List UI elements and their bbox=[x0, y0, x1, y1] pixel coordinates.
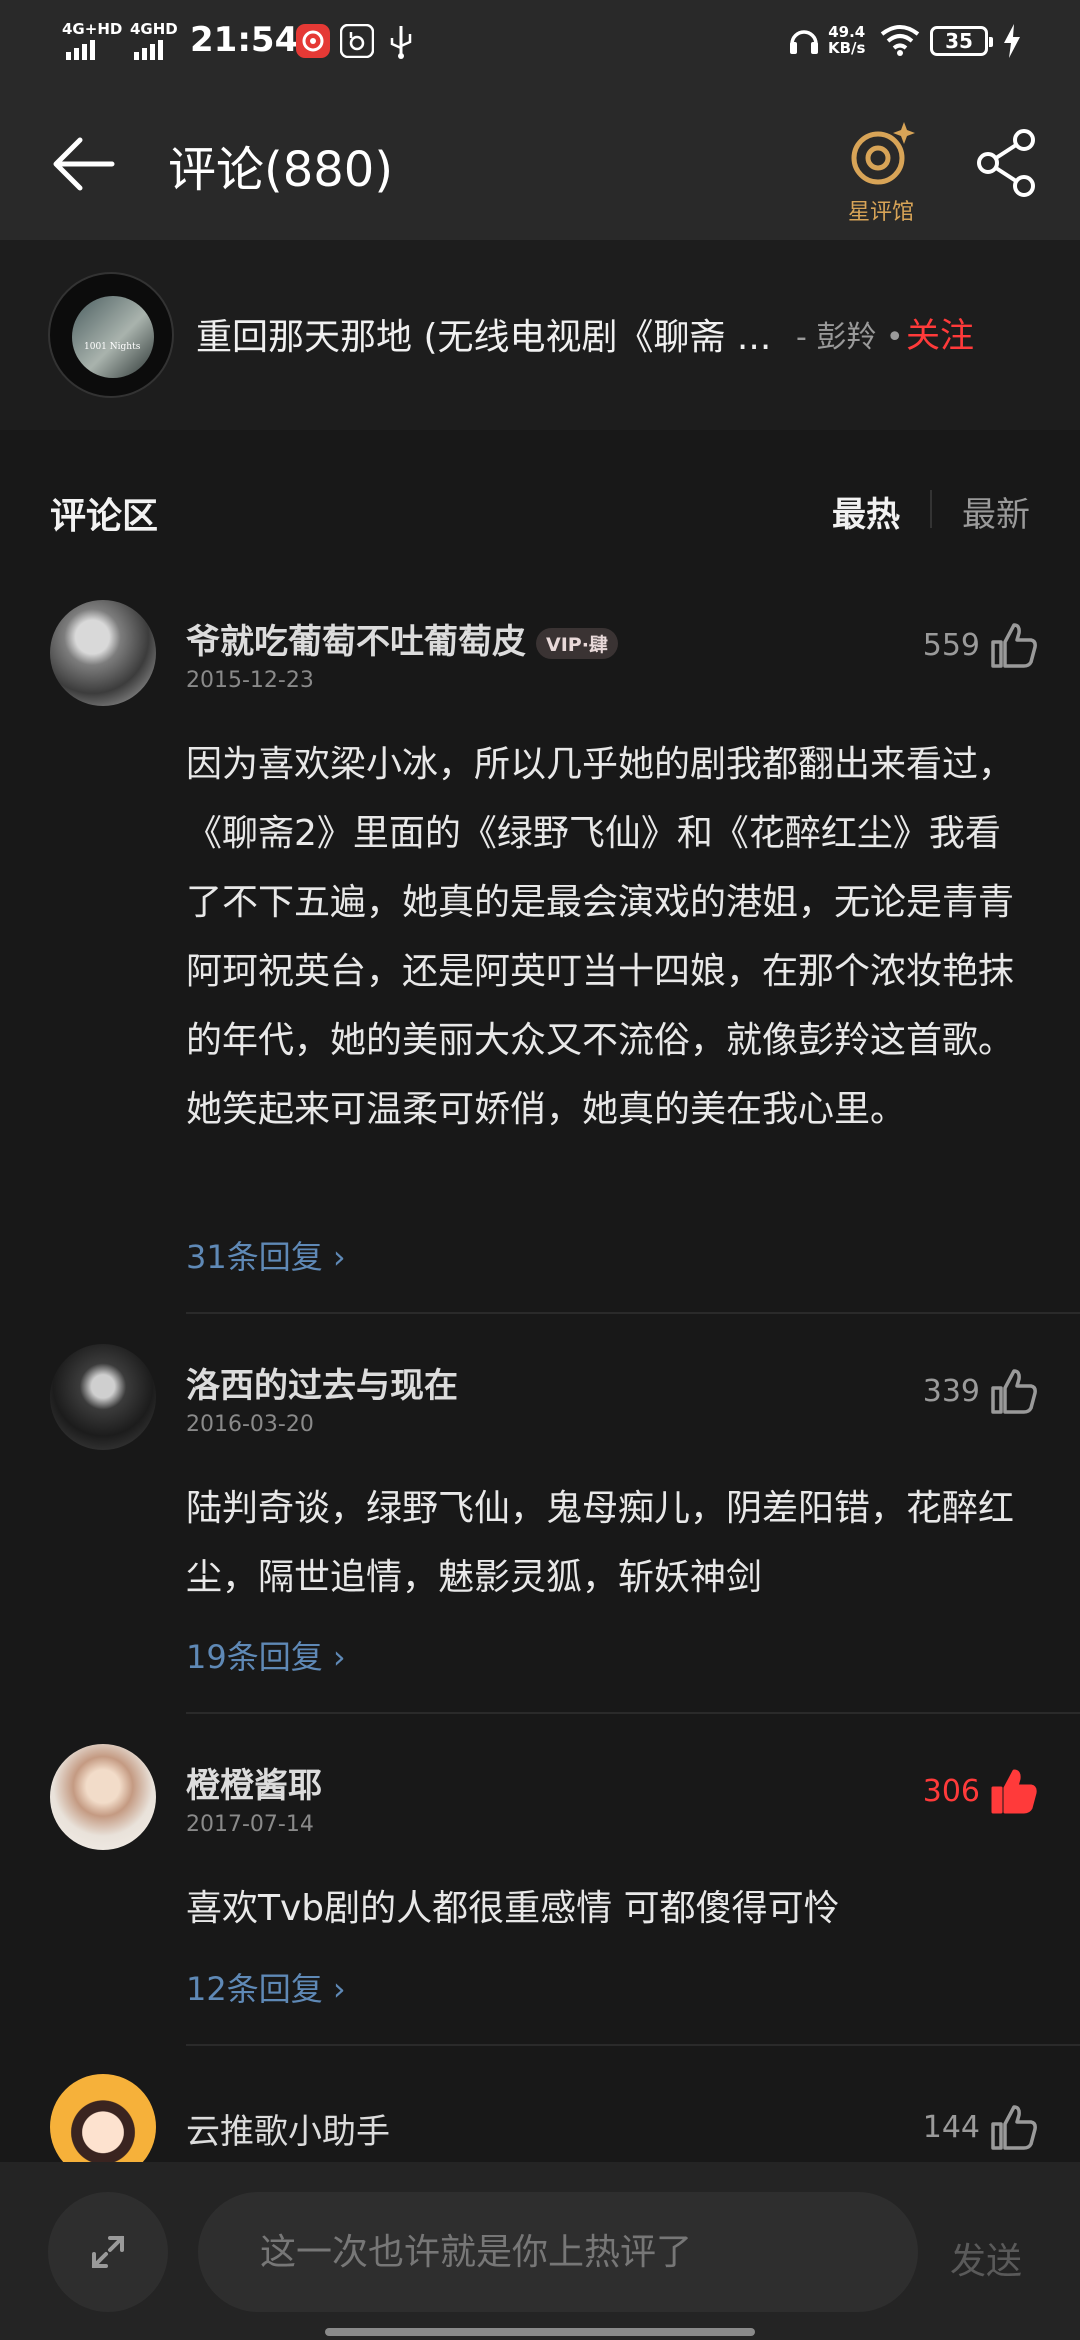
status-bar: 4G+HD 4GHD 21:54 49.4 KB/s 35 bbox=[0, 0, 1080, 84]
comment-composer-bar: 发送 bbox=[0, 2162, 1080, 2340]
sim1-label: 4G+HD bbox=[62, 20, 123, 38]
sort-new-tab[interactable]: 最新 bbox=[962, 487, 1030, 536]
comments-section-title: 评论区 bbox=[50, 496, 159, 537]
divider bbox=[186, 1712, 1080, 1714]
netease-music-icon bbox=[296, 24, 330, 58]
like-count: 339 bbox=[922, 1373, 980, 1409]
username-text: 爷就吃葡萄不吐葡萄皮 bbox=[186, 622, 526, 662]
like-button[interactable]: 339 bbox=[923, 1368, 1038, 1414]
page-title: 评论(880) bbox=[168, 142, 394, 198]
expand-editor-button[interactable] bbox=[48, 2192, 168, 2312]
like-count: 306 bbox=[922, 1773, 980, 1809]
replies-link[interactable]: 12条回复 › bbox=[186, 1964, 346, 2010]
thumbs-up-icon bbox=[991, 1369, 1037, 1414]
signal-icon-2 bbox=[134, 40, 163, 60]
dot-separator: • bbox=[876, 320, 904, 355]
comment-date: 2015-12-23 bbox=[186, 668, 314, 693]
star-review-label: 星评馆 bbox=[847, 200, 914, 225]
wifi-icon bbox=[880, 25, 920, 56]
thumbs-up-icon bbox=[991, 623, 1037, 668]
star-review-button[interactable]: 星评馆 bbox=[836, 120, 926, 226]
home-indicator[interactable] bbox=[325, 2328, 755, 2336]
comment-text: 陆判奇谈，绿野飞仙，鬼母痴儿，阴差阳错，花醉红尘，隔世追情，魅影灵狐，斩妖神剑 bbox=[186, 1488, 1015, 1598]
sort-divider bbox=[930, 490, 932, 528]
album-disc[interactable]: 1001 Nights bbox=[48, 272, 174, 398]
thumbs-up-filled-icon bbox=[991, 1769, 1037, 1814]
sim2-label: 4GHD bbox=[130, 20, 178, 38]
replies-count: 19条回复 bbox=[186, 1638, 323, 1676]
net-speed: 49.4 KB/s bbox=[828, 24, 865, 56]
replies-link[interactable]: 19条回复 › bbox=[186, 1632, 346, 1678]
album-cover: 1001 Nights bbox=[72, 296, 154, 378]
back-arrow-icon[interactable] bbox=[50, 134, 116, 194]
chevron-right-icon: › bbox=[332, 1638, 346, 1676]
thumbs-up-icon bbox=[991, 2105, 1037, 2150]
like-count: 144 bbox=[922, 2109, 980, 2145]
follow-button[interactable]: 关注 bbox=[906, 308, 974, 357]
comment-date: 2017-07-14 bbox=[186, 1812, 314, 1837]
like-button[interactable]: 144 bbox=[923, 2104, 1038, 2150]
vip-badge: VIP·肆 bbox=[536, 628, 618, 659]
avatar[interactable] bbox=[50, 1744, 156, 1850]
comment-username[interactable]: 云推歌小助手 bbox=[186, 2104, 390, 2153]
avatar[interactable] bbox=[50, 600, 156, 706]
expand-icon bbox=[92, 2236, 124, 2268]
comment-username[interactable]: 橙橙酱耶 bbox=[186, 1758, 322, 1807]
top-app-bar: 评论(880) 星评馆 bbox=[0, 84, 1080, 240]
share-icon[interactable] bbox=[976, 128, 1040, 198]
battery-icon: 35 bbox=[930, 26, 993, 56]
replies-link[interactable]: 31条回复 › bbox=[186, 1232, 346, 1278]
star-review-icon bbox=[851, 122, 915, 185]
net-speed-value: 49.4 bbox=[828, 23, 866, 41]
replies-count: 12条回复 bbox=[186, 1970, 323, 2008]
comment-username[interactable]: 爷就吃葡萄不吐葡萄皮 VIP·肆 bbox=[186, 614, 618, 663]
comment-text: 喜欢Tvb剧的人都很重感情 可都傻得可怜 bbox=[186, 1888, 840, 1929]
song-title[interactable]: 重回那天那地 (无线电视剧《聊斋 ... bbox=[196, 308, 771, 360]
charging-icon bbox=[1004, 24, 1020, 58]
song-info-row[interactable]: 1001 Nights 重回那天那地 (无线电视剧《聊斋 ... - 彭羚 • … bbox=[0, 240, 1080, 430]
sort-hot-tab[interactable]: 最热 bbox=[832, 487, 900, 536]
send-button[interactable]: 发送 bbox=[950, 2232, 1022, 2284]
signal-icon bbox=[66, 40, 95, 60]
artist-name: 彭羚 bbox=[816, 320, 877, 355]
settings-app-icon bbox=[340, 24, 374, 58]
avatar[interactable] bbox=[50, 1344, 156, 1450]
comment-text: 因为喜欢梁小冰，所以几乎她的剧我都翻出来看过，《聊斋2》里面的《绿野飞仙》和《花… bbox=[186, 744, 1015, 1130]
like-button[interactable]: 559 bbox=[923, 622, 1038, 668]
comment-input[interactable] bbox=[198, 2192, 918, 2312]
like-button[interactable]: 306 bbox=[923, 1768, 1038, 1814]
comment-date: 2016-03-20 bbox=[186, 1412, 314, 1437]
clock: 21:54 bbox=[190, 20, 299, 60]
song-artist[interactable]: - 彭羚 • bbox=[796, 312, 904, 356]
album-cover-text: 1001 Nights bbox=[84, 342, 141, 352]
chevron-right-icon: › bbox=[332, 1238, 346, 1276]
artist-separator: - bbox=[796, 320, 817, 355]
usb-icon bbox=[390, 26, 412, 59]
divider bbox=[186, 2044, 1080, 2046]
like-count: 559 bbox=[922, 627, 980, 663]
replies-count: 31条回复 bbox=[186, 1238, 323, 1276]
net-speed-unit: KB/s bbox=[828, 39, 866, 57]
chevron-right-icon: › bbox=[332, 1970, 346, 2008]
headphones-icon bbox=[790, 30, 818, 54]
comment-username[interactable]: 洛西的过去与现在 bbox=[186, 1358, 458, 1407]
divider bbox=[186, 1312, 1080, 1314]
